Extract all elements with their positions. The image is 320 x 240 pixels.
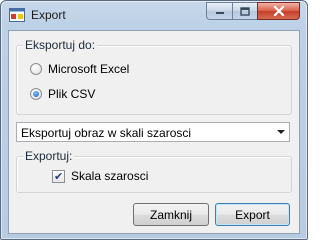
export-to-group: Eksportuj do: Microsoft Excel Plik CSV xyxy=(16,38,292,115)
dialog-client-area: Eksportuj do: Microsoft Excel Plik CSV E… xyxy=(8,30,300,234)
title-bar[interactable]: Export xyxy=(1,1,307,29)
radio-microsoft-excel-label: Microsoft Excel xyxy=(48,62,130,76)
maximize-icon xyxy=(240,6,250,16)
minimize-button[interactable] xyxy=(206,2,232,20)
close-icon xyxy=(273,6,284,16)
window-title: Export xyxy=(31,8,66,22)
checkbox-grayscale-label: Skala szarosci xyxy=(71,169,149,183)
radio-plik-csv[interactable]: Plik CSV xyxy=(30,87,95,101)
export-options-group-label: Exportuj: xyxy=(23,149,75,163)
export-mode-dropdown-value: Eksportuj obraz w skali szarosci xyxy=(21,126,192,140)
export-to-group-label: Eksportuj do: xyxy=(23,38,98,52)
checkmark-icon: ✔ xyxy=(54,169,64,183)
radio-button-checked[interactable] xyxy=(30,88,42,100)
radio-plik-csv-label: Plik CSV xyxy=(48,87,96,101)
export-dialog-window: Export Eksportuj do: Microsoft Excel Pli… xyxy=(0,0,308,240)
close-window-button[interactable] xyxy=(257,2,300,20)
minimize-icon xyxy=(215,12,224,14)
checkbox-grayscale[interactable]: ✔ Skala szarosci xyxy=(52,169,148,183)
caption-buttons xyxy=(206,2,300,21)
close-button[interactable]: Zamknij xyxy=(133,203,209,226)
checkbox-checked[interactable]: ✔ xyxy=(52,169,65,183)
export-button[interactable]: Export xyxy=(215,203,290,226)
chevron-down-icon[interactable] xyxy=(277,130,285,134)
radio-microsoft-excel[interactable]: Microsoft Excel xyxy=(30,62,129,76)
app-window-icon xyxy=(9,8,25,22)
export-mode-dropdown[interactable]: Eksportuj obraz w skali szarosci xyxy=(16,122,290,142)
export-options-group: Exportuj: ✔ Skala szarosci xyxy=(16,149,292,193)
maximize-button[interactable] xyxy=(232,2,257,20)
radio-button-unchecked[interactable] xyxy=(30,63,42,75)
